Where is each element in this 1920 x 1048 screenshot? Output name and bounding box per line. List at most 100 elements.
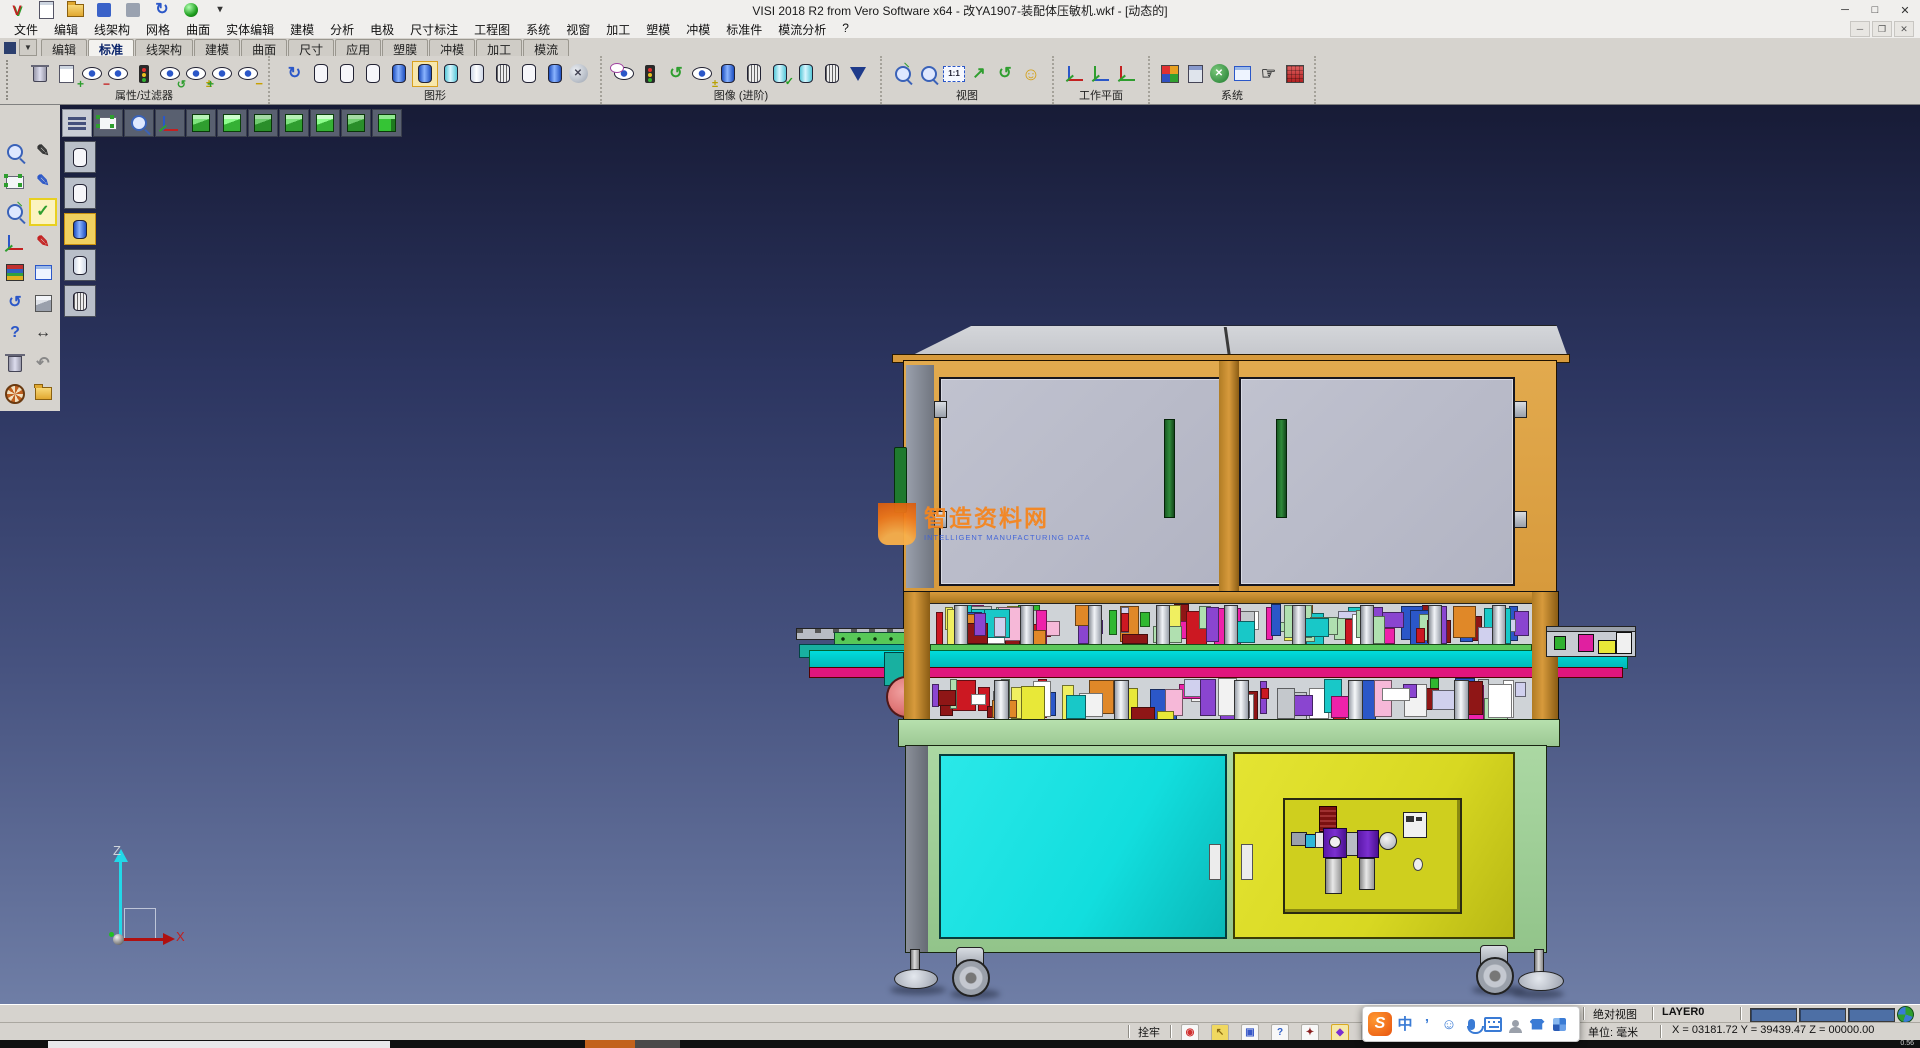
menu-item[interactable]: 模流分析 [770,20,834,39]
filter-advanced-icon[interactable] [638,62,662,86]
section-view-icon[interactable] [846,62,870,86]
menu-item[interactable]: 尺寸标注 [402,20,466,39]
shade-copy-icon[interactable] [543,62,567,86]
view-top-icon[interactable] [186,109,216,137]
confirm-icon[interactable]: ✓ [30,199,56,225]
rotate-view-icon[interactable]: ↺ [993,62,1017,86]
ime-keyboard-icon[interactable] [1484,1012,1502,1036]
menu-item[interactable]: 系统 [518,20,558,39]
image-shade-verified-icon[interactable] [768,62,792,86]
menu-item[interactable]: 塑模 [638,20,678,39]
ime-skin-icon[interactable] [1528,1012,1546,1036]
menu-item[interactable]: 工程图 [466,20,518,39]
menu-item[interactable]: 加工 [598,20,638,39]
doc-attributes-icon[interactable] [54,62,78,86]
ime-mic-icon[interactable] [1462,1012,1480,1036]
ribbon-tab[interactable]: 加工 [476,39,522,56]
image-shade-mesh-icon[interactable] [820,62,844,86]
shade-flat-icon[interactable] [465,62,489,86]
view-front-icon[interactable] [217,109,247,137]
toolbar-grip[interactable] [6,60,14,100]
ribbon-tab[interactable]: 模流 [523,39,569,56]
mdi-close-button[interactable]: ✕ [1894,21,1914,37]
visibility-advanced-icon[interactable] [690,62,714,86]
shade-hidden-line-icon[interactable] [335,62,359,86]
maximize-button[interactable]: □ [1860,1,1890,20]
grid-settings-icon[interactable] [1283,62,1307,86]
workplane-align-icon[interactable] [1089,62,1113,86]
shade-hidden-icon[interactable] [64,177,96,209]
menu-item[interactable]: 冲模 [678,20,718,39]
workplane-create-icon[interactable] [1063,62,1087,86]
show-all-icon[interactable] [210,62,234,86]
view-left-icon[interactable] [279,109,309,137]
shade-shaded-edges-icon[interactable] [64,249,96,281]
view-back-icon[interactable] [248,109,278,137]
mdi-restore-button[interactable]: ❐ [1872,21,1892,37]
zoom-extents-icon[interactable] [2,199,28,225]
menu-item[interactable]: 曲面 [178,20,218,39]
ribbon-tab[interactable]: 标准 [88,39,134,56]
ribbon-tab[interactable]: 应用 [335,39,381,56]
shade-solid-active-icon[interactable] [413,62,437,86]
tab-dropdown-icon[interactable]: ▼ [19,39,37,56]
viewport-3d[interactable]: ✎✎✓✎↺?↔↶ [0,104,1920,1005]
shade-transparent-icon[interactable] [439,62,463,86]
zoom-scale-icon[interactable]: 1:1 [943,66,965,82]
delete-icon[interactable] [2,351,28,377]
filter-traffic-icon[interactable] [132,62,156,86]
ime-toolbox-icon[interactable] [1550,1012,1568,1036]
open-copy-icon[interactable] [30,381,56,407]
mdi-minimize-button[interactable]: ─ [1850,21,1870,37]
measure-icon[interactable]: ↔ [30,320,56,346]
ime-emoji-icon[interactable]: ☺ [1440,1012,1458,1036]
grid-window-icon[interactable] [30,260,56,286]
lock-label[interactable]: 拴牢 [1138,1024,1160,1040]
menu-item[interactable]: 线架构 [86,20,138,39]
solid-cube-icon[interactable] [30,290,56,316]
move-axis-icon[interactable] [2,230,28,256]
hide-all-icon[interactable] [236,62,260,86]
ime-user-icon[interactable] [1506,1012,1524,1036]
shade-dashed-icon[interactable] [361,62,385,86]
view-right-icon[interactable] [310,109,340,137]
zoom-view-icon[interactable] [124,109,154,137]
system-tools-icon[interactable]: ✕ [1210,64,1229,83]
render-settings-icon[interactable]: ✕ [569,64,588,83]
ribbon-tab[interactable]: 冲模 [429,39,475,56]
menu-item[interactable]: 编辑 [46,20,86,39]
calculator-icon[interactable] [1184,62,1208,86]
menu-item[interactable]: 分析 [322,20,362,39]
color-swatch[interactable] [1848,1008,1895,1022]
close-button[interactable]: ✕ [1890,1,1920,20]
edit-erase-icon[interactable]: ✎ [30,139,56,165]
refresh-advanced-icon[interactable]: ↺ [664,62,688,86]
toggle-visibility-icon[interactable] [184,62,208,86]
demo-mode-icon[interactable]: ☺ [1019,62,1043,86]
image-shade-striped-icon[interactable] [742,62,766,86]
shade-wireframe-icon[interactable] [309,62,333,86]
minimize-button[interactable]: ─ [1830,1,1860,20]
ribbon-tab[interactable]: 尺寸 [288,39,334,56]
color-swatch[interactable] [1750,1008,1797,1022]
navigate-wheel-icon[interactable] [2,381,28,407]
ribbon-tab[interactable]: 塑膜 [382,39,428,56]
taskbar-app-orange[interactable] [585,1040,635,1048]
layers-books-icon[interactable] [2,260,28,286]
taskbar-app-light[interactable] [48,1041,390,1048]
layer-label[interactable]: LAYER0 [1662,1006,1704,1018]
color-swatch[interactable] [1799,1008,1846,1022]
sketch-red-icon[interactable]: ✎ [30,230,56,256]
shade-transparent-icon[interactable] [64,285,96,317]
menu-item[interactable]: 视窗 [558,20,598,39]
menu-item[interactable]: 建模 [282,20,322,39]
undo-icon[interactable]: ↶ [30,351,56,377]
menu-item[interactable]: ? [834,20,857,39]
menu-item[interactable]: 标准件 [718,20,770,39]
regen-view-icon[interactable]: ↺ [2,290,28,316]
regen-graphics-icon[interactable]: ↻ [283,62,307,86]
image-shade-blue-icon[interactable] [716,62,740,86]
view-iso-icon[interactable] [372,109,402,137]
plane-tool-icon[interactable] [2,169,28,195]
view-bottom-icon[interactable] [341,109,371,137]
